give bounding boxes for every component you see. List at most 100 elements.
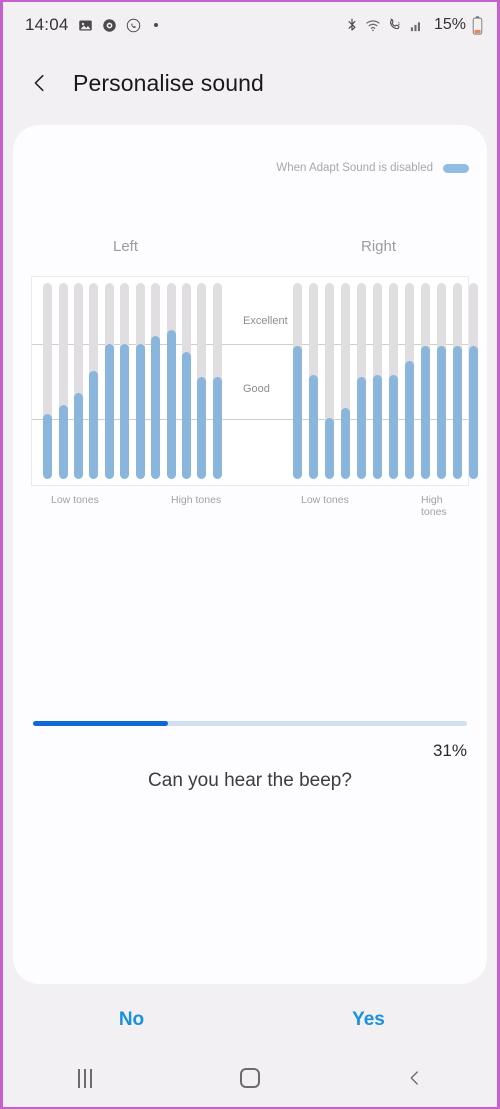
svg-text:1: 1 — [398, 21, 401, 26]
chart-bar-fill — [324, 418, 334, 479]
chart-bar — [292, 283, 302, 479]
chart-bar-fill — [420, 345, 430, 479]
chart-bar-fill — [135, 343, 145, 479]
chart-bar-fill — [340, 408, 350, 479]
chart-bar-fill — [197, 377, 207, 479]
chart-bar-fill — [43, 414, 53, 479]
tone-label-high-left: High tones — [171, 494, 222, 506]
chart-bar — [89, 283, 99, 479]
signal-bars-icon — [409, 18, 424, 33]
chart-bar-fill — [104, 343, 114, 479]
chart-bar — [104, 283, 114, 479]
progress-track — [33, 721, 467, 726]
chart-bar — [388, 283, 398, 479]
chart-bar — [420, 283, 430, 479]
chart-bar-fill — [166, 330, 176, 479]
recents-icon — [78, 1068, 93, 1088]
page-title: Personalise sound — [73, 69, 264, 96]
nav-home-button[interactable] — [168, 1068, 333, 1088]
question-text: Can you hear the beep? — [148, 770, 352, 791]
chart-bar-fill — [89, 371, 99, 479]
chart-bar-fill — [388, 375, 398, 479]
chart-bar-fill — [468, 345, 478, 479]
chart-bar — [308, 283, 318, 479]
chart-bar — [74, 283, 84, 479]
test-progress: 31% — [33, 721, 467, 760]
chart-bar — [436, 283, 446, 479]
channel-label-right: Right — [361, 238, 397, 255]
record-circle-icon — [102, 18, 117, 33]
chart-bar — [58, 283, 68, 479]
bluetooth-icon — [345, 17, 359, 33]
chart-bar-fill — [372, 375, 382, 479]
no-button[interactable]: No — [13, 1009, 250, 1031]
chart-bar-fill — [436, 345, 446, 479]
channel-labels: Left Right — [13, 238, 487, 268]
chart-bar — [151, 283, 161, 479]
chart-bar — [372, 283, 382, 479]
tone-label-low-right: Low tones — [301, 494, 349, 506]
chart-panel-left — [40, 277, 225, 485]
chart-bar — [135, 283, 145, 479]
android-nav-bar — [3, 1049, 497, 1107]
battery-percent: 15% — [433, 16, 466, 33]
chart-bar — [340, 283, 350, 479]
tone-label-high-right: High tones — [421, 494, 447, 518]
app-bar: Personalise sound — [3, 48, 497, 118]
chart-bar-fill — [452, 345, 462, 479]
chart-bar-fill — [58, 404, 68, 479]
yes-button[interactable]: Yes — [250, 1009, 487, 1031]
chart-bar-fill — [74, 392, 84, 479]
chart-bar — [181, 283, 191, 479]
back-chevron-icon[interactable] — [29, 72, 51, 94]
chart-bar-fill — [404, 361, 414, 479]
status-bar: 14:04 1 15% — [3, 2, 497, 48]
status-bar-left: 14:04 — [25, 15, 158, 35]
chart-bar — [197, 283, 207, 479]
progress-fill — [33, 721, 168, 726]
dot-indicator — [153, 23, 158, 27]
chart-bar-fill — [151, 335, 161, 479]
adapt-sound-toggle[interactable] — [443, 163, 469, 173]
tone-labels: Low tones High tones Low tones High tone… — [31, 494, 469, 518]
quality-label-excellent: Excellent — [243, 315, 288, 327]
back-icon — [406, 1069, 424, 1087]
chart-bar — [120, 283, 130, 479]
progress-percent: 31% — [432, 741, 467, 760]
channel-label-left: Left — [113, 238, 139, 255]
chart-bar — [452, 283, 462, 479]
chart-bar-fill — [356, 377, 366, 479]
answer-buttons: No Yes — [13, 994, 487, 1046]
whatsapp-icon — [126, 18, 141, 33]
chart-bar — [166, 283, 176, 479]
chart-bar — [356, 283, 366, 479]
chart-bar — [43, 283, 53, 479]
chart-bar-fill — [181, 351, 191, 479]
nav-back-button[interactable] — [332, 1069, 497, 1087]
tone-label-low-left: Low tones — [51, 494, 99, 506]
nav-recents-button[interactable] — [3, 1068, 168, 1088]
chart-bar-fill — [292, 345, 302, 479]
adapt-sound-row[interactable]: When Adapt Sound is disabled — [276, 162, 469, 174]
sound-profile-charts: Left Right Excellent Good Low tones High… — [13, 238, 487, 518]
home-icon — [240, 1068, 260, 1088]
personalise-sound-card: When Adapt Sound is disabled Left Right … — [13, 125, 487, 984]
chart-bar-fill — [120, 343, 130, 479]
adapt-sound-label: When Adapt Sound is disabled — [276, 162, 433, 174]
chart-bar-fill — [308, 375, 318, 479]
phone-screen: 14:04 1 15% Personalise sound When Adapt… — [0, 0, 500, 1109]
wifi-icon — [365, 17, 381, 33]
chart-bar-fill — [212, 377, 222, 479]
frequency-chart: Excellent Good — [31, 276, 478, 486]
chart-bar — [468, 283, 478, 479]
chart-panel-right — [289, 277, 481, 485]
status-bar-right: 1 15% — [345, 15, 483, 35]
chart-bar — [324, 283, 334, 479]
chart-bar — [404, 283, 414, 479]
volte-call-icon: 1 — [387, 17, 403, 33]
battery-icon — [472, 15, 483, 35]
quality-label-good: Good — [243, 383, 270, 395]
status-time: 14:04 — [25, 15, 69, 34]
chart-bar — [212, 283, 222, 479]
gallery-icon — [78, 18, 93, 33]
